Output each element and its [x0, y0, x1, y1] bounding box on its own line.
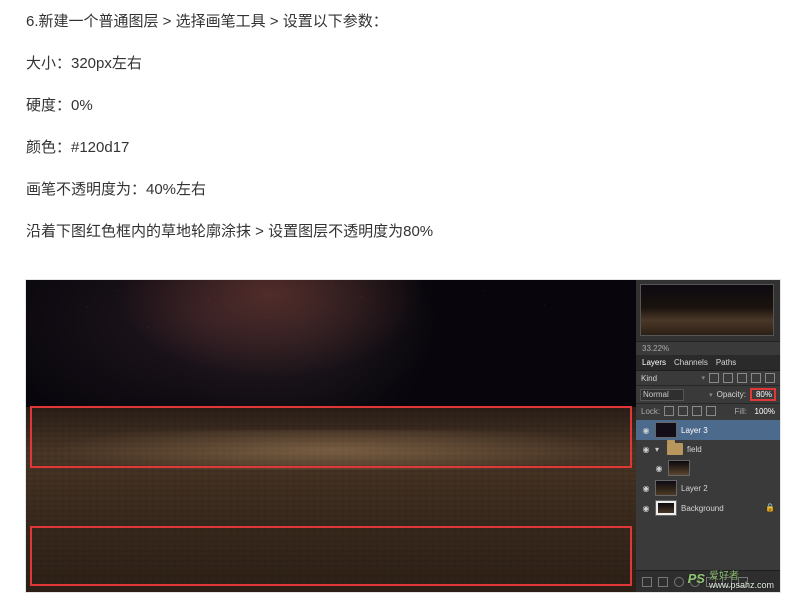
layer-row-field-folder[interactable]: ◉ ▾ field [636, 440, 780, 458]
chevron-down-icon[interactable]: ▾ [701, 374, 705, 382]
layer-row-layer2[interactable]: ◉ Layer 2 [636, 478, 780, 498]
blend-opacity-row: Normal ▾ Opacity: 80% [636, 385, 780, 404]
fill-label: Fill: [735, 407, 747, 416]
layer-thumbnail [655, 422, 677, 438]
param-brush-opacity: 画笔不透明度为：40%左右 [26, 178, 774, 202]
filter-adjust-icon[interactable] [723, 373, 733, 383]
watermark-url: www.psahz.com [709, 580, 774, 590]
lock-position-icon[interactable] [692, 406, 702, 416]
navigator-zoom: 33.22% [636, 342, 780, 355]
horizon-highlight [26, 430, 636, 470]
lock-fill-row: Lock: Fill: 100% [636, 404, 780, 418]
tutorial-text: 6.新建一个普通图层 > 选择画笔工具 > 设置以下参数： 大小：320px左右… [0, 0, 800, 244]
filter-shape-icon[interactable] [751, 373, 761, 383]
kind-filter-row: Kind ▾ [636, 371, 780, 385]
photoshop-screenshot: 33.22% Layers Channels Paths Kind ▾ Norm… [26, 280, 780, 592]
lock-icon: 🔒 [765, 503, 775, 513]
visibility-icon[interactable]: ◉ [654, 464, 664, 473]
navigator-thumbnail[interactable] [636, 280, 780, 342]
navigator-image [640, 284, 774, 336]
layer-thumbnail [668, 460, 690, 476]
visibility-icon[interactable]: ◉ [641, 445, 651, 454]
lock-all-icon[interactable] [706, 406, 716, 416]
layer-row-nested-image[interactable]: ◉ [636, 458, 780, 478]
opacity-value-highlighted[interactable]: 80% [750, 388, 776, 401]
layer-name: field [687, 445, 702, 454]
layer-thumbnail [655, 500, 677, 516]
lock-transparent-icon[interactable] [664, 406, 674, 416]
canvas-area [26, 280, 636, 592]
param-hardness: 硬度：0% [26, 94, 774, 118]
visibility-icon[interactable]: ◉ [641, 484, 651, 493]
layer-thumbnail [655, 480, 677, 496]
link-layers-icon[interactable] [642, 577, 652, 587]
visibility-icon[interactable]: ◉ [641, 426, 651, 435]
step-intro: 6.新建一个普通图层 > 选择画笔工具 > 设置以下参数： [26, 10, 774, 34]
stars-overlay [26, 280, 636, 415]
tab-channels[interactable]: Channels [674, 358, 708, 367]
kind-label: Kind [641, 374, 657, 383]
fx-icon[interactable] [658, 577, 668, 587]
mask-icon[interactable] [674, 577, 684, 587]
instruction: 沿着下图红色框内的草地轮廓涂抹 > 设置图层不透明度为80% [26, 220, 774, 244]
blend-mode-select[interactable]: Normal [640, 389, 684, 401]
layers-panel: 33.22% Layers Channels Paths Kind ▾ Norm… [636, 280, 780, 592]
layer-row-layer3[interactable]: ◉ Layer 3 [636, 420, 780, 440]
param-color: 颜色：#120d17 [26, 136, 774, 160]
watermark: PS 爱好者 www.psahz.com [688, 567, 774, 590]
filter-pixel-icon[interactable] [709, 373, 719, 383]
sky-region [26, 280, 636, 415]
visibility-icon[interactable]: ◉ [641, 504, 651, 513]
lock-label: Lock: [641, 407, 660, 416]
chevron-down-icon[interactable]: ▾ [709, 391, 713, 399]
layer-row-background[interactable]: ◉ Background 🔒 [636, 498, 780, 518]
param-size: 大小：320px左右 [26, 52, 774, 76]
filter-type-icon[interactable] [737, 373, 747, 383]
folder-caret-icon[interactable]: ▾ [655, 445, 663, 454]
opacity-label: Opacity: [717, 390, 746, 399]
layer-name: Layer 2 [681, 484, 708, 493]
fill-value[interactable]: 100% [751, 407, 775, 416]
panel-tabs: Layers Channels Paths [636, 355, 780, 371]
lock-pixels-icon[interactable] [678, 406, 688, 416]
layers-list: ◉ Layer 3 ◉ ▾ field ◉ ◉ Layer 2 ◉ [636, 418, 780, 520]
filter-smart-icon[interactable] [765, 373, 775, 383]
folder-icon [667, 443, 683, 455]
tab-paths[interactable]: Paths [716, 358, 736, 367]
layer-name: Background [681, 504, 724, 513]
layer-name: Layer 3 [681, 426, 708, 435]
tab-layers[interactable]: Layers [642, 358, 666, 367]
watermark-brand: PS [688, 571, 705, 586]
